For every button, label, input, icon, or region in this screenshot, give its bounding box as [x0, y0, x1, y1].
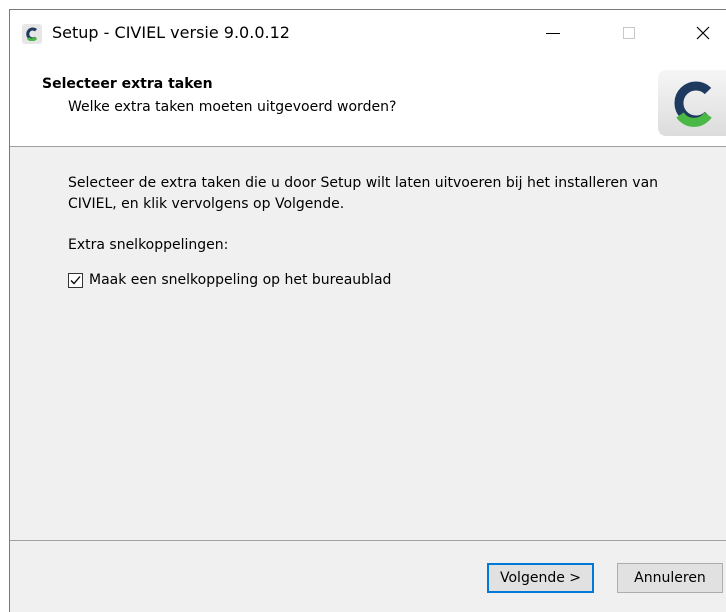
cancel-button[interactable]: Annuleren	[617, 563, 723, 593]
setup-window: Setup - CIVIEL versie 9.0.0.12 Selecteer…	[9, 9, 726, 612]
instructions-text: Selecteer de extra taken die u door Setu…	[68, 175, 659, 212]
page-title: Selecteer extra taken	[42, 76, 213, 92]
maximize-button[interactable]	[606, 10, 652, 56]
desktop-shortcut-label[interactable]: Maak een snelkoppeling op het bureaublad	[89, 272, 391, 288]
title-bar[interactable]: Setup - CIVIEL versie 9.0.0.12	[10, 10, 726, 56]
footer-divider	[10, 540, 726, 541]
close-icon	[696, 26, 710, 40]
close-button[interactable]	[680, 10, 726, 56]
header-divider	[10, 146, 726, 147]
page-subtitle: Welke extra taken moeten uitgevoerd word…	[68, 99, 397, 115]
desktop-shortcut-task[interactable]: Maak een snelkoppeling op het bureaublad	[68, 270, 391, 290]
wizard-header: Selecteer extra taken Welke extra taken …	[10, 56, 726, 146]
civiel-logo-icon	[658, 70, 726, 136]
minimize-button[interactable]	[530, 10, 576, 56]
checkmark-icon	[70, 275, 81, 284]
desktop-shortcut-checkbox[interactable]	[68, 272, 83, 288]
next-button[interactable]: Volgende >	[487, 563, 594, 593]
window-title: Setup - CIVIEL versie 9.0.0.12	[52, 23, 290, 42]
shortcuts-section-label: Extra snelkoppelingen:	[68, 237, 229, 253]
civiel-app-icon	[22, 24, 42, 44]
